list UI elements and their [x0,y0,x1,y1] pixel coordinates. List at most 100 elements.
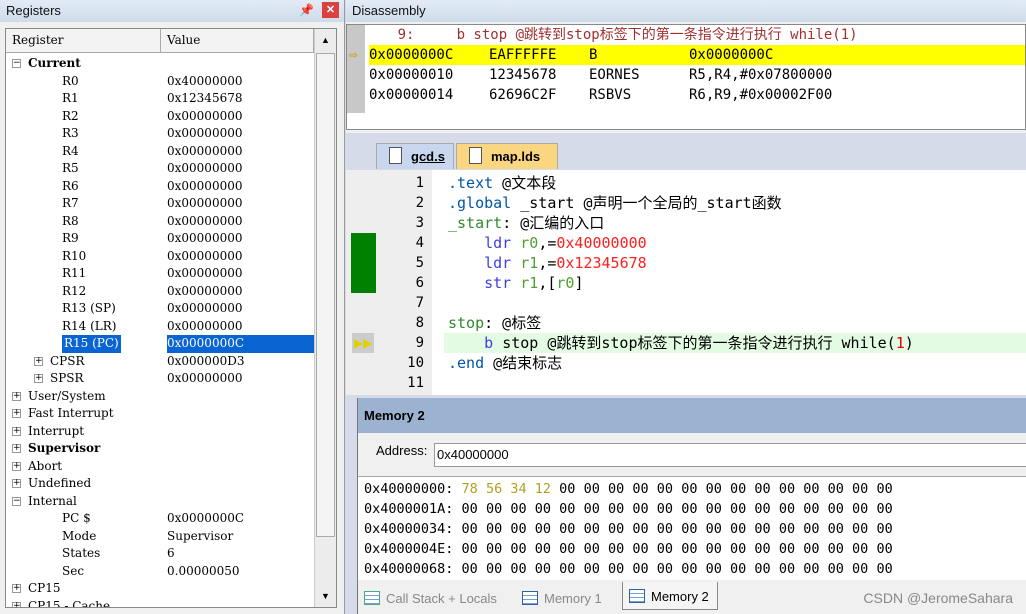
memory-byte[interactable]: 00 [559,521,575,537]
memory-byte[interactable]: 00 [828,501,844,517]
memory-byte[interactable]: 00 [584,481,600,497]
memory-byte[interactable]: 00 [828,541,844,557]
registers-scrollbar[interactable]: ▲ ▼ [314,29,336,607]
memory-grid[interactable]: 0x40000000: 78 56 34 12 00 00 00 00 00 0… [358,476,1026,580]
expand-icon[interactable]: + [12,461,21,471]
expand-icon[interactable]: + [12,409,21,418]
memory-row[interactable]: 0x40000034: 00 00 00 00 00 00 00 00 00 0… [364,519,893,539]
memory-byte[interactable]: 00 [632,481,648,497]
code-line[interactable]: 7 [346,293,1026,313]
memory-byte[interactable]: 00 [681,541,697,557]
memory-byte[interactable]: 00 [632,561,648,577]
memory-byte[interactable]: 00 [706,481,722,497]
address-input[interactable]: 0x40000000 [434,443,1026,467]
memory-byte[interactable]: 00 [559,481,575,497]
disassembly-line[interactable]: 0x00000014 62696C2F RSBVS R6,R9,#0x00002F00 [369,85,1025,105]
memory-byte[interactable]: 00 [828,481,844,497]
memory-byte[interactable]: 00 [779,521,795,537]
memory-byte[interactable]: 00 [730,561,746,577]
code-line[interactable]: 10 .end @结束标志 [346,353,1026,373]
code-line[interactable]: 2 .global _start @声明一个全局的_start函数 [346,193,1026,213]
memory-byte[interactable]: 00 [608,521,624,537]
memory-byte[interactable]: 00 [876,501,892,517]
code-line[interactable]: ▶▶ 9 b stop @跳转到stop标签下的第一条指令进行执行 while(1… [346,333,1026,353]
scroll-up-icon[interactable]: ▲ [315,29,336,51]
memory-byte[interactable]: 00 [852,561,868,577]
memory-byte[interactable]: 00 [584,561,600,577]
disassembly-line[interactable]: ⇨ 0x0000000C EAFFFFFE B 0x0000000C [349,45,1025,65]
memory-byte[interactable]: 00 [803,501,819,517]
memory-byte[interactable]: 00 [803,481,819,497]
memory-byte[interactable]: 00 [779,481,795,497]
register-row[interactable]: R2 0x00000000 [6,108,314,126]
memory-byte[interactable]: 00 [632,521,648,537]
memory-byte[interactable]: 00 [510,561,526,577]
register-row[interactable]: + Fast Interrupt [6,405,314,423]
close-icon[interactable]: ✕ [322,2,339,18]
tab-map-lds[interactable]: map.lds [456,143,558,169]
memory-byte[interactable]: 00 [486,501,502,517]
memory-row[interactable]: 0x40000000: 78 56 34 12 00 00 00 00 00 0… [364,479,893,499]
code-line[interactable]: 6 str r1,[r0] [346,273,1026,293]
register-row[interactable]: − Current [6,55,314,73]
memory-byte[interactable]: 00 [876,481,892,497]
register-row[interactable]: R11 0x00000000 [6,265,314,283]
memory-byte[interactable]: 00 [730,521,746,537]
memory-byte[interactable]: 00 [730,541,746,557]
memory-byte[interactable]: 00 [754,521,770,537]
collapse-icon[interactable]: − [12,59,21,68]
code-line[interactable]: 3 _start: @汇编的入口 [346,213,1026,233]
memory-byte[interactable]: 00 [803,561,819,577]
code-editor[interactable]: 1 .text @文本段 2 .global _start @声明一个全局的_star… [346,170,1026,395]
memory-byte[interactable]: 00 [681,481,697,497]
memory-byte[interactable]: 00 [535,521,551,537]
register-row[interactable]: R6 0x00000000 [6,178,314,196]
register-row[interactable]: R14 (LR) 0x00000000 [6,318,314,336]
memory-row[interactable]: 0x4000001A: 00 00 00 00 00 00 00 00 00 0… [364,499,893,519]
memory-byte[interactable]: 00 [730,501,746,517]
register-row[interactable]: + Undefined [6,475,314,493]
memory-byte[interactable]: 00 [681,521,697,537]
memory-row[interactable]: 0x4000004E: 00 00 00 00 00 00 00 00 00 0… [364,539,893,559]
memory-byte[interactable]: 00 [657,521,673,537]
tab-memory-1[interactable]: Memory 1 [516,584,608,612]
memory-byte[interactable]: 00 [828,521,844,537]
memory-byte[interactable]: 00 [608,561,624,577]
register-row[interactable]: R5 0x00000000 [6,160,314,178]
memory-byte[interactable]: 12 [535,481,551,497]
register-row[interactable]: − Internal [6,493,314,511]
memory-byte[interactable]: 00 [486,521,502,537]
register-row[interactable]: Mode Supervisor [6,528,314,546]
tab-gcd-s[interactable]: gcd.s [376,143,454,169]
memory-byte[interactable]: 00 [706,521,722,537]
tab-call-stack-locals[interactable]: Call Stack + Locals [358,584,503,612]
expand-icon[interactable]: + [12,444,21,453]
memory-byte[interactable]: 00 [852,501,868,517]
memory-byte[interactable]: 00 [803,541,819,557]
code-line[interactable]: 1 .text @文本段 [346,173,1026,193]
memory-byte[interactable]: 00 [828,561,844,577]
collapse-icon[interactable]: − [12,496,21,506]
code-line[interactable]: 11 [346,373,1026,393]
memory-byte[interactable]: 00 [559,561,575,577]
memory-byte[interactable]: 00 [608,541,624,557]
register-row[interactable]: R13 (SP) 0x00000000 [6,300,314,318]
expand-icon[interactable]: + [12,479,21,488]
memory-byte[interactable]: 00 [535,501,551,517]
scroll-down-icon[interactable]: ▼ [315,585,336,607]
memory-byte[interactable]: 00 [584,541,600,557]
memory-byte[interactable]: 00 [852,521,868,537]
memory-byte[interactable]: 00 [779,561,795,577]
memory-byte[interactable]: 00 [852,481,868,497]
memory-byte[interactable]: 00 [779,501,795,517]
register-row[interactable]: + Abort [6,458,314,476]
expand-icon[interactable]: + [12,426,21,436]
memory-byte[interactable]: 00 [681,501,697,517]
memory-byte[interactable]: 00 [608,481,624,497]
memory-byte[interactable]: 00 [535,541,551,557]
memory-byte[interactable]: 00 [510,501,526,517]
register-row[interactable]: PC $ 0x0000000C [6,510,314,528]
memory-byte[interactable]: 00 [559,501,575,517]
memory-byte[interactable]: 00 [754,561,770,577]
memory-byte[interactable]: 00 [584,501,600,517]
